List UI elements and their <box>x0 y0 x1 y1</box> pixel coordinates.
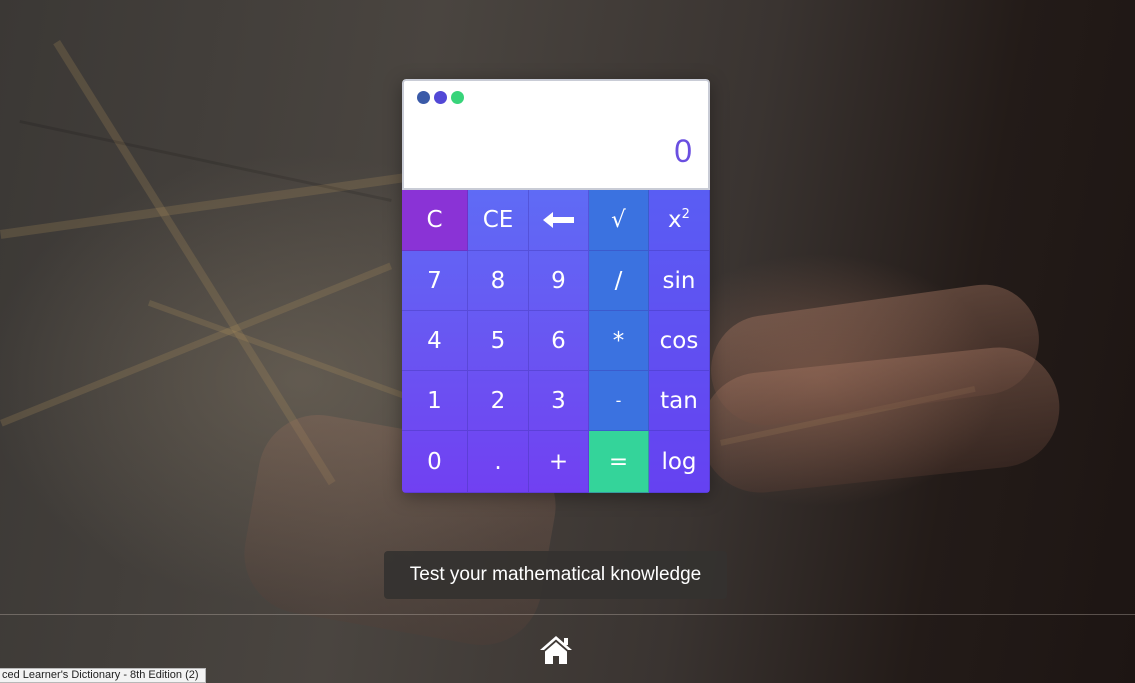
clear-entry-button[interactable]: CE <box>468 190 529 251</box>
square-label: x <box>668 207 682 233</box>
key-3[interactable]: 3 <box>529 371 589 431</box>
plus-button[interactable]: + <box>529 431 589 493</box>
square-exponent: 2 <box>681 206 690 222</box>
key-9[interactable]: 9 <box>529 251 589 311</box>
sqrt-button[interactable]: √ <box>589 190 649 251</box>
window-dots <box>417 91 464 104</box>
square-button[interactable]: x2 <box>649 190 710 251</box>
clear-button[interactable]: C <box>402 190 468 251</box>
key-4[interactable]: 4 <box>402 311 468 371</box>
tooltip: Test your mathematical knowledge <box>384 551 727 599</box>
sin-button[interactable]: sin <box>649 251 710 311</box>
home-icon <box>540 636 572 664</box>
dot-blue-icon <box>417 91 430 104</box>
key-2[interactable]: 2 <box>468 371 529 431</box>
decimal-button[interactable]: . <box>468 431 529 493</box>
dot-purple-icon <box>434 91 447 104</box>
minus-button[interactable]: - <box>589 371 649 431</box>
key-6[interactable]: 6 <box>529 311 589 371</box>
tan-button[interactable]: tan <box>649 371 710 431</box>
calculator: 0 C CE √ x2 7 8 9 / sin 4 5 6 * cos 1 2 … <box>402 79 710 493</box>
key-1[interactable]: 1 <box>402 371 468 431</box>
calculator-display: 0 <box>402 79 710 190</box>
backspace-arrow-icon <box>542 212 574 228</box>
footer-divider <box>0 614 1135 615</box>
cos-button[interactable]: cos <box>649 311 710 371</box>
map-road <box>0 262 393 427</box>
divide-button[interactable]: / <box>589 251 649 311</box>
key-0[interactable]: 0 <box>402 431 468 493</box>
log-button[interactable]: log <box>649 431 710 493</box>
equals-button[interactable]: = <box>589 431 649 493</box>
key-8[interactable]: 8 <box>468 251 529 311</box>
map-road <box>147 300 432 409</box>
key-7[interactable]: 7 <box>402 251 468 311</box>
map-road <box>53 40 336 486</box>
multiply-button[interactable]: * <box>589 311 649 371</box>
status-bar-tooltip: ced Learner's Dictionary - 8th Edition (… <box>0 668 206 683</box>
map-road <box>19 120 392 202</box>
key-5[interactable]: 5 <box>468 311 529 371</box>
dot-green-icon <box>451 91 464 104</box>
keypad: C CE √ x2 7 8 9 / sin 4 5 6 * cos 1 2 3 … <box>402 190 710 493</box>
display-value: 0 <box>674 133 692 169</box>
home-link[interactable] <box>538 634 574 666</box>
backspace-button[interactable] <box>529 190 589 251</box>
